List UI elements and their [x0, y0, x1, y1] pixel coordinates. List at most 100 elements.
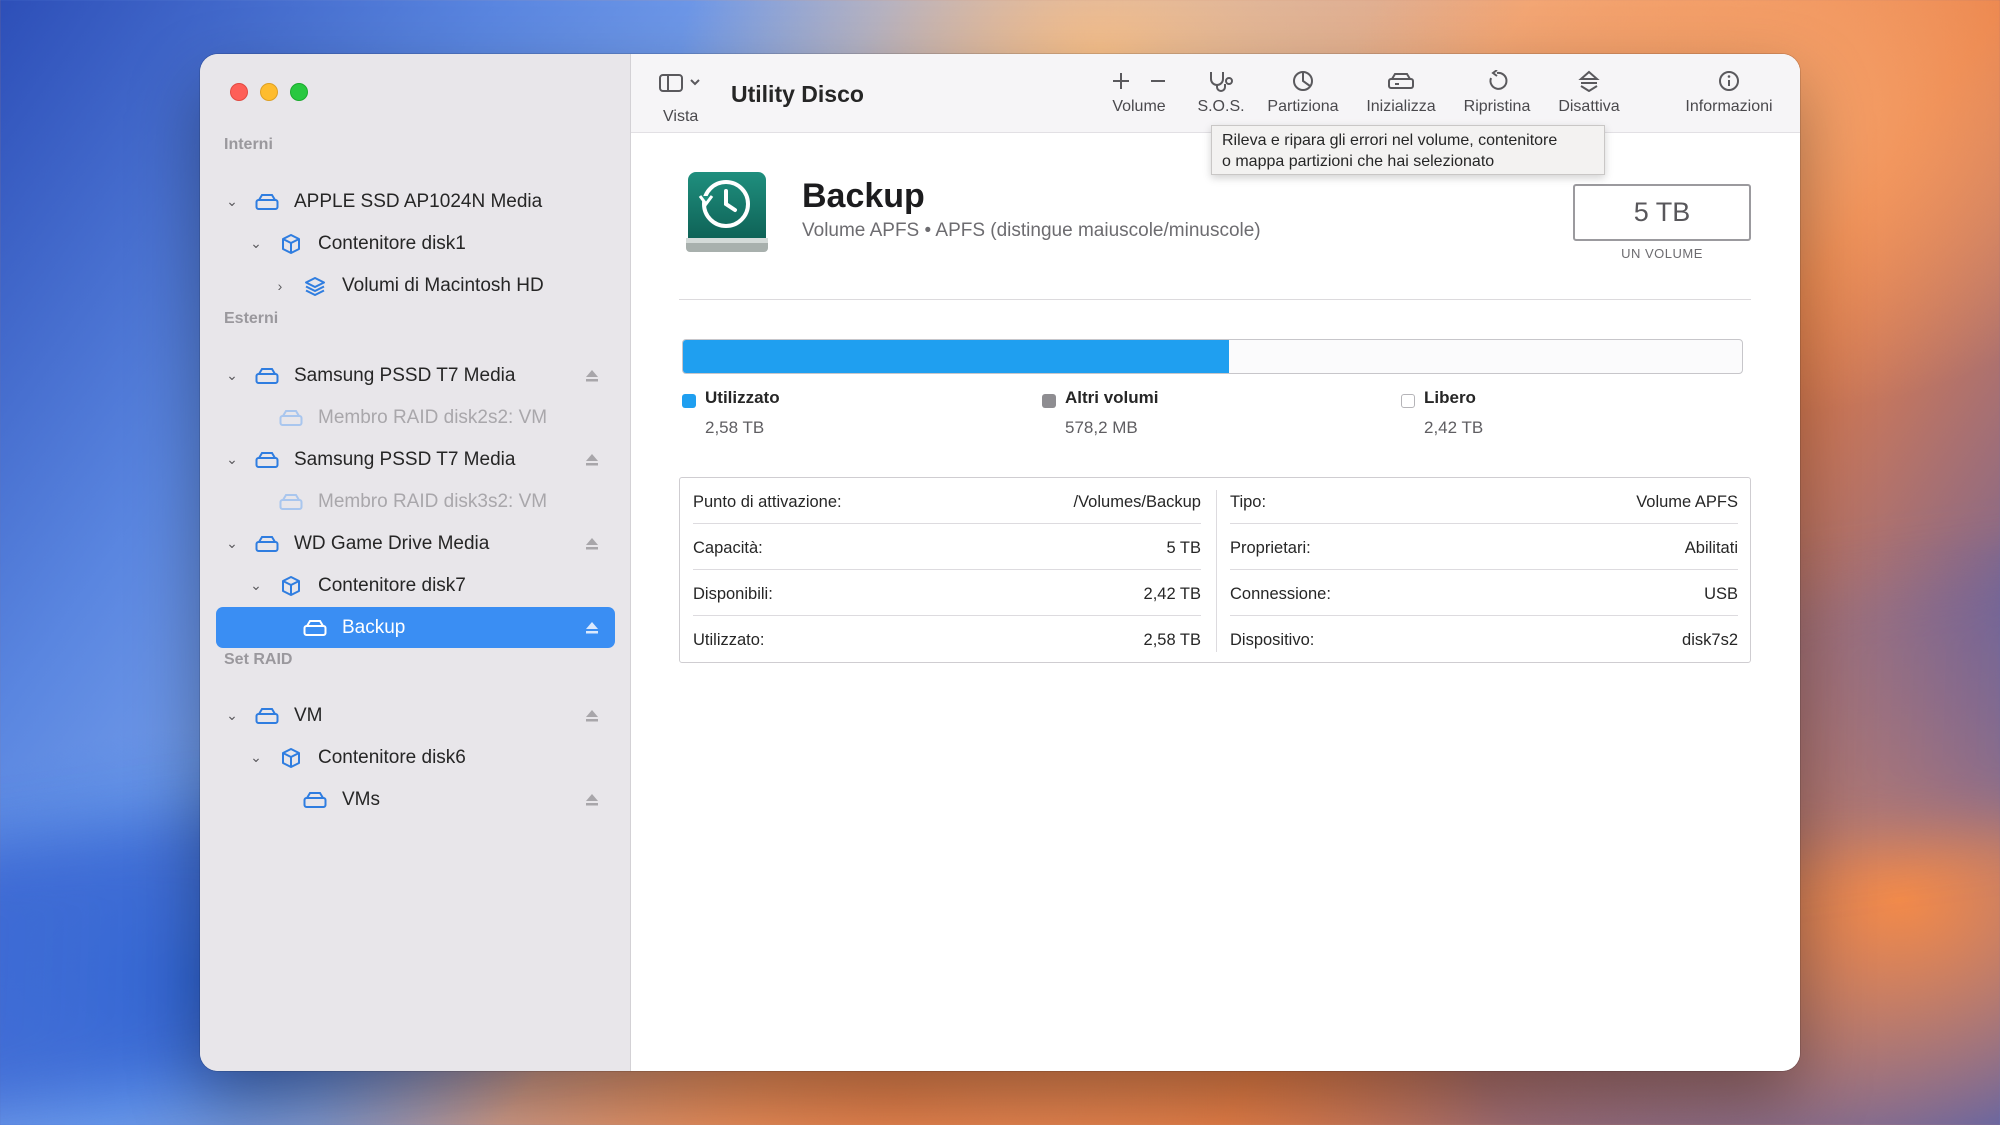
unmount-icon — [1578, 70, 1600, 92]
app-title: Utility Disco — [731, 81, 864, 107]
sidebar-item-label: Contenitore disk6 — [318, 746, 466, 768]
info-button[interactable]: Informazioni — [1676, 70, 1782, 116]
info-value: 2,58 TB — [1143, 631, 1201, 649]
sidebar-item-vm[interactable]: ⌄ VM — [216, 695, 615, 736]
chevron-down-icon[interactable]: ⌄ — [224, 535, 240, 552]
first-aid-button[interactable]: S.O.S. — [1191, 70, 1251, 116]
add-volume-icon[interactable] — [1113, 73, 1129, 89]
sidebar-item-raid-member-disk3s2[interactable]: Membro RAID disk3s2: VM — [216, 481, 615, 522]
chevron-down-icon[interactable]: ⌄ — [224, 451, 240, 468]
toolbar: Vista Utility Disco Volume S.O.S. Partiz… — [631, 54, 1800, 133]
eject-icon[interactable] — [585, 369, 599, 383]
volume-size-box: 5 TB — [1573, 184, 1751, 241]
eject-icon[interactable] — [585, 793, 599, 807]
drive-icon — [254, 532, 280, 556]
info-value: Abilitati — [1684, 539, 1738, 557]
volume-add-remove-buttons: Volume — [1103, 70, 1175, 116]
eject-icon[interactable] — [585, 453, 599, 467]
sidebar-item-backup[interactable]: Backup — [216, 607, 615, 648]
volume-count-caption: UN VOLUME — [1621, 246, 1703, 261]
legend-swatch-free — [1401, 394, 1415, 408]
volume-info-table: Punto di attivazione: /Volumes/Backup Ca… — [679, 477, 1751, 663]
info-value: 2,42 TB — [1143, 585, 1201, 603]
sidebar-item-container-disk6[interactable]: ⌄ Contenitore disk6 — [216, 737, 615, 778]
sidebar-item-container-disk1[interactable]: ⌄ Contenitore disk1 — [216, 223, 615, 264]
legend-value: 2,58 TB — [705, 418, 765, 437]
eject-icon[interactable] — [585, 621, 599, 635]
volume-icon — [302, 788, 328, 812]
section-header-set-raid: Set RAID — [224, 651, 293, 668]
sidebar-item-samsung-t7-1[interactable]: ⌄ Samsung PSSD T7 Media — [216, 355, 615, 396]
sidebar-item-label: VM — [294, 704, 323, 726]
sidebar-item-label: WD Game Drive Media — [294, 532, 490, 554]
volume-icon — [302, 616, 328, 640]
usage-bar-used-fill — [683, 340, 1230, 373]
info-value: 5 TB — [1166, 539, 1201, 557]
tooltip-line: o mappa partizioni che hai selezionato — [1222, 153, 1495, 170]
info-row: Punto di attivazione: /Volumes/Backup — [693, 478, 1201, 524]
minimize-window-button[interactable] — [260, 83, 278, 101]
sidebar-item-wd-game-drive[interactable]: ⌄ WD Game Drive Media — [216, 523, 615, 564]
info-key: Proprietari: — [1230, 539, 1311, 557]
main-pane: Vista Utility Disco Volume S.O.S. Partiz… — [631, 54, 1800, 1071]
sidebar-item-container-disk7[interactable]: ⌄ Contenitore disk7 — [216, 565, 615, 606]
info-icon — [1719, 71, 1739, 91]
erase-label: Inizializza — [1366, 98, 1436, 115]
drive-icon — [254, 190, 280, 214]
chevron-down-icon[interactable]: ⌄ — [224, 367, 240, 384]
chevron-down-icon[interactable]: ⌄ — [248, 235, 264, 252]
sidebar-toggle-icon — [659, 74, 700, 92]
erase-button[interactable]: Inizializza — [1361, 70, 1441, 116]
stethoscope-icon — [1210, 72, 1233, 92]
view-menu-button[interactable]: Vista — [659, 72, 719, 125]
info-value: Volume APFS — [1636, 493, 1738, 511]
view-label: Vista — [663, 108, 699, 125]
zoom-window-button[interactable] — [290, 83, 308, 101]
column-separator — [1216, 490, 1217, 652]
unmount-button[interactable]: Disattiva — [1549, 70, 1629, 116]
legend-swatch-used — [682, 394, 696, 408]
chevron-down-icon[interactable]: ⌄ — [248, 577, 264, 594]
sidebar-item-apple-ssd[interactable]: ⌄ APPLE SSD AP1024N Media — [216, 181, 615, 222]
section-header-esterni: Esterni — [224, 310, 279, 327]
sidebar-item-vms[interactable]: VMs — [216, 779, 615, 820]
sidebar-item-label: Samsung PSSD T7 Media — [294, 448, 516, 470]
drive-icon — [278, 490, 304, 514]
chevron-down-icon[interactable]: ⌄ — [224, 707, 240, 724]
usage-bar — [682, 339, 1743, 374]
restore-button[interactable]: Ripristina — [1457, 70, 1537, 116]
info-row: Proprietari: Abilitati — [1230, 524, 1738, 570]
info-key: Disponibili: — [693, 585, 773, 603]
container-icon — [278, 746, 304, 770]
info-row: Disponibili: 2,42 TB — [693, 570, 1201, 616]
info-key: Capacità: — [693, 539, 763, 557]
partition-button[interactable]: Partiziona — [1263, 70, 1343, 116]
sidebar-item-raid-member-disk2s2[interactable]: Membro RAID disk2s2: VM — [216, 397, 615, 438]
sidebar-item-volumi-macintosh-hd[interactable]: › Volumi di Macintosh HD — [216, 265, 615, 306]
close-window-button[interactable] — [230, 83, 248, 101]
chevron-right-icon[interactable]: › — [272, 278, 288, 294]
legend-label: Altri volumi — [1065, 388, 1159, 407]
sidebar-item-label: VMs — [342, 788, 380, 810]
first-aid-tooltip: Rileva e ripara gli errori nel volume, c… — [1211, 125, 1605, 175]
info-label: Informazioni — [1685, 98, 1773, 115]
volume-name: Backup — [802, 177, 925, 215]
info-key: Dispositivo: — [1230, 631, 1315, 649]
eject-icon[interactable] — [585, 709, 599, 723]
sidebar-item-label: Volumi di Macintosh HD — [342, 274, 544, 296]
sidebar-item-label: Contenitore disk1 — [318, 232, 466, 254]
section-header-interni: Interni — [224, 136, 273, 153]
sidebar-item-samsung-t7-2[interactable]: ⌄ Samsung PSSD T7 Media — [216, 439, 615, 480]
eject-icon[interactable] — [585, 537, 599, 551]
sidebar-item-label: Membro RAID disk3s2: VM — [318, 490, 548, 512]
partition-label: Partiziona — [1267, 98, 1339, 115]
window-controls — [230, 83, 308, 101]
legend-label: Libero — [1424, 388, 1476, 407]
restore-arrow-icon — [1489, 70, 1508, 90]
disk-utility-window: Interni ⌄ APPLE SSD AP1024N Media ⌄ Cont… — [200, 54, 1800, 1071]
legend-value: 2,42 TB — [1424, 418, 1484, 437]
chevron-down-icon[interactable]: ⌄ — [248, 749, 264, 766]
chevron-down-icon[interactable]: ⌄ — [224, 193, 240, 210]
legend-value: 578,2 MB — [1065, 418, 1138, 437]
divider — [679, 299, 1751, 300]
